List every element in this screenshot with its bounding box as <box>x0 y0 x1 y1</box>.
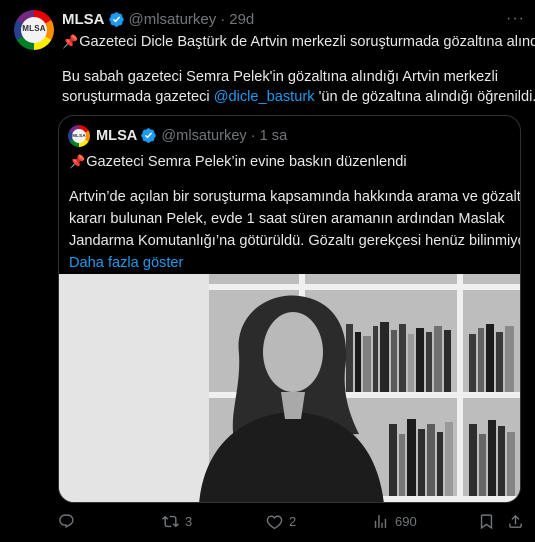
like-icon <box>266 515 283 530</box>
quote-author-avatar[interactable]: MLSA <box>68 125 90 147</box>
separator-dot: · <box>250 127 256 144</box>
views-button[interactable]: 690 <box>372 513 417 530</box>
like-button[interactable]: 2 <box>266 513 296 530</box>
author-name[interactable]: MLSA <box>62 11 105 28</box>
verified-badge-icon <box>141 128 157 143</box>
share-icon <box>509 514 522 528</box>
tweet-title-line: 📌Gazeteci Dicle Baştürk de Artvin merkez… <box>62 34 535 50</box>
tweet-header: MLSA @mlsaturkey · 29d <box>62 11 254 28</box>
retweet-icon <box>162 515 179 528</box>
more-icon[interactable]: ··· <box>506 10 525 28</box>
tweet-body-line: Bu sabah gazeteci Semra Pelek'in gözaltı… <box>62 69 498 85</box>
author-handle[interactable]: @mlsaturkey <box>129 11 217 28</box>
quote-body-line: Jandarma Komutanlığı’na götürüldü. Gözal… <box>69 233 521 249</box>
tweet-body-line: soruşturmada gazeteci @dicle_basturk 'ün… <box>62 89 535 105</box>
quote-body-line: kararı bulunan Pelek, evde 1 saat süren … <box>69 211 505 227</box>
quote-photo[interactable] <box>59 274 520 502</box>
reply-button[interactable] <box>58 513 81 530</box>
separator-dot: · <box>220 11 226 28</box>
mention-link[interactable]: @dicle_basturk <box>214 89 315 105</box>
share-button[interactable] <box>507 513 524 530</box>
show-more-link[interactable]: Daha fazla göster <box>69 252 183 274</box>
retweet-button[interactable]: 3 <box>162 513 192 530</box>
author-avatar[interactable]: MLSA <box>14 10 54 50</box>
quote-time[interactable]: 1 sa <box>260 128 288 144</box>
pin-icon: 📌 <box>69 154 86 169</box>
quote-title-line: 📌Gazeteci Semra Pelek’in evine baskın dü… <box>69 151 407 173</box>
quote-body-line: Artvin’de açılan bir soruşturma kapsamın… <box>69 189 521 205</box>
verified-badge-icon <box>108 12 124 27</box>
tweet[interactable]: MLSA MLSA @mlsaturkey · 29d ··· 📌Gazetec… <box>0 0 535 542</box>
views-icon <box>374 515 387 528</box>
quote-author-handle[interactable]: @mlsaturkey <box>161 128 246 144</box>
quote-header: MLSA @mlsaturkey · 1 sa <box>96 127 287 144</box>
bookmark-icon <box>480 514 493 530</box>
bookmark-button[interactable] <box>478 513 495 530</box>
tweet-time[interactable]: 29d <box>229 11 254 28</box>
photo-illustration <box>59 274 520 502</box>
tweet-actions: 3 2 690 <box>0 513 535 535</box>
reply-icon <box>59 514 74 529</box>
quote-author-name[interactable]: MLSA <box>96 128 137 144</box>
quoted-tweet[interactable]: MLSA @mlsaturkey · 1 sa 📌Gazeteci Semra … <box>58 115 521 503</box>
pin-icon: 📌 <box>62 34 79 49</box>
